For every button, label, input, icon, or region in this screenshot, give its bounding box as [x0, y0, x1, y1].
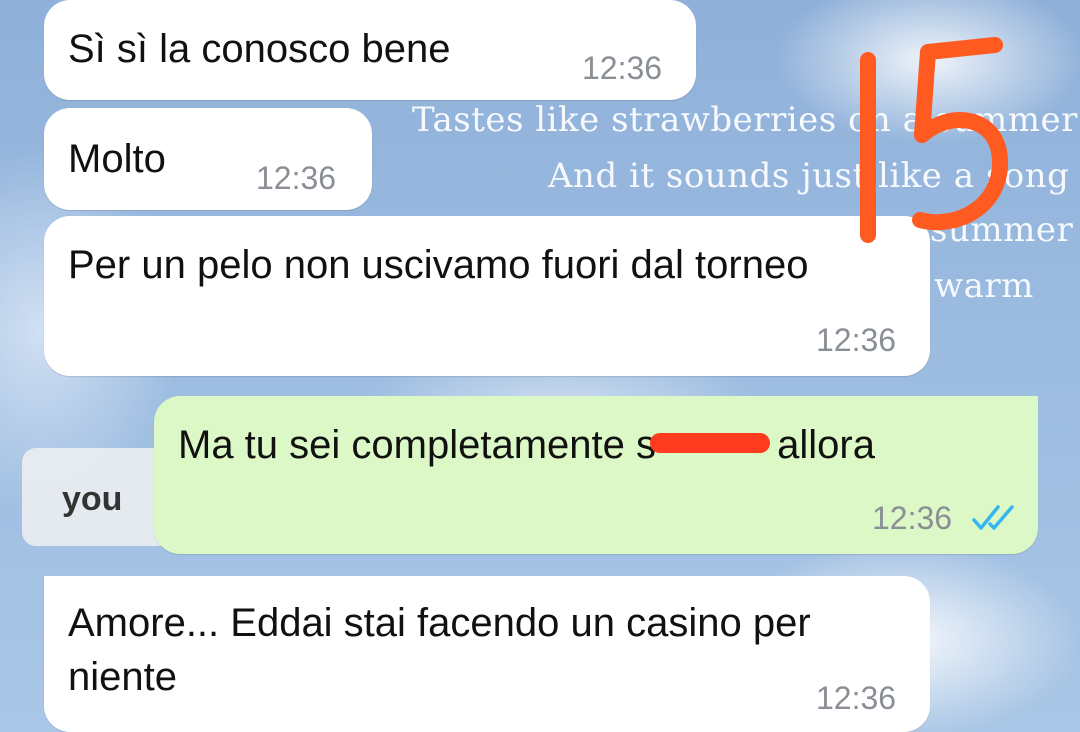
message-time: 12:36: [816, 322, 897, 358]
handwritten-annotation-15: [860, 37, 1008, 243]
wallpaper-lyric-line: warm: [934, 266, 1034, 306]
message-time: 12:36: [256, 160, 337, 196]
message-bubble-incoming[interactable]: Sì sì la conosco bene 12:36: [44, 0, 696, 100]
message-time: 12:36: [816, 680, 897, 716]
message-bubble-outgoing[interactable]: Ma tu sei completamente s allora 12:36: [154, 396, 1038, 554]
message-bubble-incoming[interactable]: Amore... Eddai stai facendo un casino pe…: [44, 576, 930, 732]
message-bubble-incoming[interactable]: Per un pelo non uscivamo fuori dal torne…: [44, 216, 930, 376]
message-time: 12:36: [872, 500, 953, 536]
message-text: Per un pelo non uscivamo fuori dal torne…: [68, 243, 809, 287]
message-time: 12:36: [582, 50, 663, 86]
wallpaper-word: you: [62, 480, 123, 518]
message-text-after: allora: [766, 423, 875, 467]
message-text: Amore... Eddai stai facendo un casino pe…: [68, 601, 811, 699]
message-bubble-incoming[interactable]: Molto 12:36: [44, 108, 372, 210]
message-text-before: Ma tu sei completamente s: [178, 423, 656, 467]
message-text: Ma tu sei completamente s allora: [178, 418, 1014, 472]
redaction-mark: [650, 433, 770, 454]
read-double-check-icon: [972, 505, 1014, 530]
